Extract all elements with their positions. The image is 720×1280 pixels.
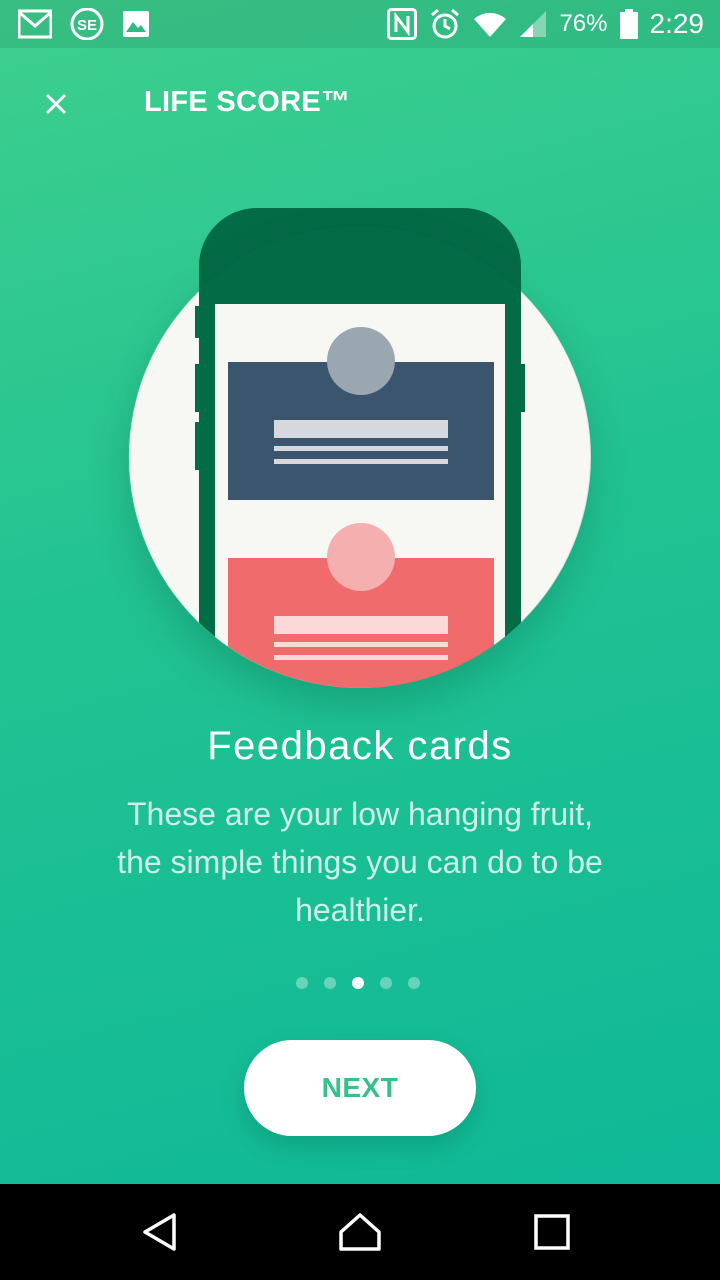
- alarm-icon: [429, 8, 461, 40]
- recents-button[interactable]: [524, 1204, 580, 1260]
- close-icon: [44, 92, 68, 116]
- back-icon: [140, 1212, 180, 1252]
- nfc-icon: [387, 8, 418, 40]
- battery-percent: 76%: [559, 10, 608, 37]
- gallery-icon: [122, 10, 150, 38]
- page-title: LIFE SCORE™: [144, 86, 351, 118]
- page-dot[interactable]: [324, 977, 336, 989]
- feedback-cards-illustration: [128, 206, 592, 690]
- battery-icon: [619, 9, 638, 39]
- onboarding-screen: SE 76% 2:29 LIFE SCORE™ Feedback cards T…: [0, 0, 720, 1184]
- home-button[interactable]: [332, 1204, 388, 1260]
- svg-text:SE: SE: [77, 17, 97, 34]
- next-button[interactable]: NEXT: [244, 1040, 476, 1136]
- illustration-shadow: [128, 226, 590, 688]
- news-app-icon: SE: [70, 8, 104, 40]
- page-dot[interactable]: [296, 977, 308, 989]
- gmail-icon: [18, 9, 52, 39]
- recents-icon: [534, 1214, 570, 1250]
- home-icon: [338, 1212, 382, 1252]
- page-indicator: [296, 977, 420, 989]
- onboarding-headline: Feedback cards: [207, 724, 513, 768]
- status-time: 2:29: [649, 8, 705, 39]
- system-nav-bar: [0, 1184, 720, 1280]
- page-dot[interactable]: [408, 977, 420, 989]
- onboarding-body: These are your low hanging fruit, the si…: [117, 796, 603, 928]
- page-dot[interactable]: [380, 977, 392, 989]
- close-button[interactable]: [28, 76, 84, 132]
- page-dot-active[interactable]: [352, 977, 364, 989]
- status-bar: SE 76% 2:29: [0, 0, 720, 48]
- back-button[interactable]: [132, 1204, 188, 1260]
- wifi-icon: [473, 10, 507, 38]
- signal-icon: [519, 10, 547, 38]
